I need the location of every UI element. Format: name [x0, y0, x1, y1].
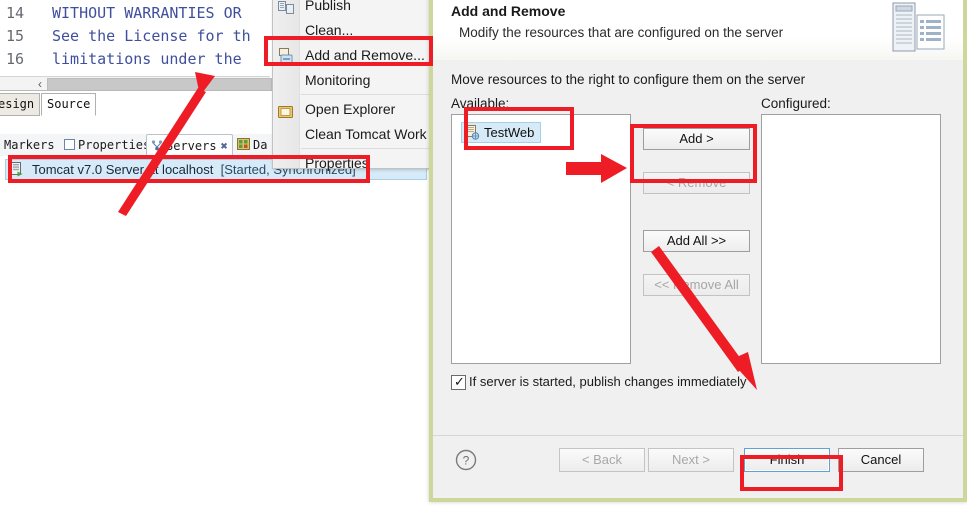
tab-servers[interactable]: Servers ✖	[146, 134, 233, 157]
menu-item-open-explorer-label: Open Explorer	[305, 101, 396, 117]
next-button[interactable]: Next >	[648, 448, 734, 472]
menu-item-monitoring[interactable]: Monitoring	[273, 68, 436, 93]
menu-item-clean-tomcat-label: Clean Tomcat Work D	[305, 126, 436, 142]
folder-icon	[278, 102, 294, 122]
available-resources-list[interactable]: TestWeb	[451, 114, 631, 364]
annotation-box-add-and-remove	[264, 36, 433, 66]
editor-tab-bar: esign Source	[0, 93, 270, 116]
tab-design[interactable]: esign	[0, 93, 41, 116]
tab-markers-label: Markers	[4, 138, 55, 152]
annotation-box-testweb	[464, 107, 574, 150]
workbench-background	[0, 184, 435, 517]
tab-markers[interactable]: Markers	[4, 135, 55, 155]
view-tab-bar: Markers Properties Servers ✖ Da	[0, 134, 272, 157]
line-text: See the License for th	[52, 27, 251, 45]
remove-all-button[interactable]: << Remove All	[643, 274, 750, 296]
scroll-left-icon[interactable]: ‹	[33, 77, 47, 90]
scrollbar-thumb[interactable]	[47, 78, 272, 90]
tab-data-source-explorer[interactable]: Da	[237, 135, 267, 155]
back-button[interactable]: < Back	[559, 448, 645, 472]
dialog-title: Add and Remove	[451, 3, 566, 19]
screenshot-root: 14 WITHOUT WARRANTIES OR 15 See the Lice…	[0, 0, 967, 517]
svg-text:?: ?	[463, 454, 470, 468]
tab-properties-label: Properties	[78, 138, 151, 152]
annotation-box-finish-button	[740, 455, 843, 491]
configured-label: Configured:	[761, 96, 831, 111]
help-icon[interactable]: ?	[455, 449, 477, 471]
menu-item-open-explorer[interactable]: Open Explorer	[273, 97, 436, 122]
properties-icon	[64, 136, 75, 156]
cancel-button[interactable]: Cancel	[838, 448, 924, 472]
tab-data-label: Da	[253, 138, 268, 152]
publish-immediately-checkbox[interactable]: ✓	[451, 374, 466, 390]
publish-icon	[278, 0, 294, 18]
line-number: 16	[6, 50, 25, 68]
tab-properties[interactable]: Properties	[64, 135, 150, 155]
tab-source[interactable]: Source	[41, 93, 97, 116]
line-text: WITHOUT WARRANTIES OR	[52, 4, 242, 22]
annotation-box-server-row	[8, 155, 370, 183]
annotation-box-add-button	[630, 124, 757, 183]
menu-item-clean-tomcat-work-dir[interactable]: Clean Tomcat Work D	[273, 122, 436, 147]
configured-resources-list[interactable]	[761, 114, 941, 364]
menu-item-publish-label: Publish	[305, 0, 351, 13]
move-resources-hint: Move resources to the right to configure…	[451, 72, 806, 87]
database-icon	[237, 136, 250, 156]
add-and-remove-dialog: Add and Remove Modify the resources that…	[429, 0, 967, 502]
server-context-menu: Publish Clean... Add and Remove... Monit…	[272, 0, 437, 171]
close-icon[interactable]: ✖	[221, 139, 228, 153]
publish-immediately-label: If server is started, publish changes im…	[469, 374, 747, 389]
server-resources-icon	[889, 1, 949, 57]
dialog-footer: ? < Back Next > Finish Cancel	[433, 435, 963, 498]
menu-separator	[301, 148, 431, 149]
line-number: 14	[6, 4, 25, 22]
dialog-header: Add and Remove Modify the resources that…	[433, 0, 963, 61]
tab-servers-label: Servers	[166, 139, 217, 153]
checkmark-icon: ✓	[454, 374, 465, 389]
add-all-button[interactable]: Add All >>	[643, 230, 750, 252]
menu-item-monitoring-label: Monitoring	[305, 72, 371, 88]
dialog-subtitle: Modify the resources that are configured…	[459, 25, 784, 40]
line-number: 15	[6, 27, 25, 45]
line-text: limitations under the	[52, 50, 242, 68]
menu-separator	[301, 94, 431, 95]
menu-item-publish[interactable]: Publish	[273, 0, 436, 18]
